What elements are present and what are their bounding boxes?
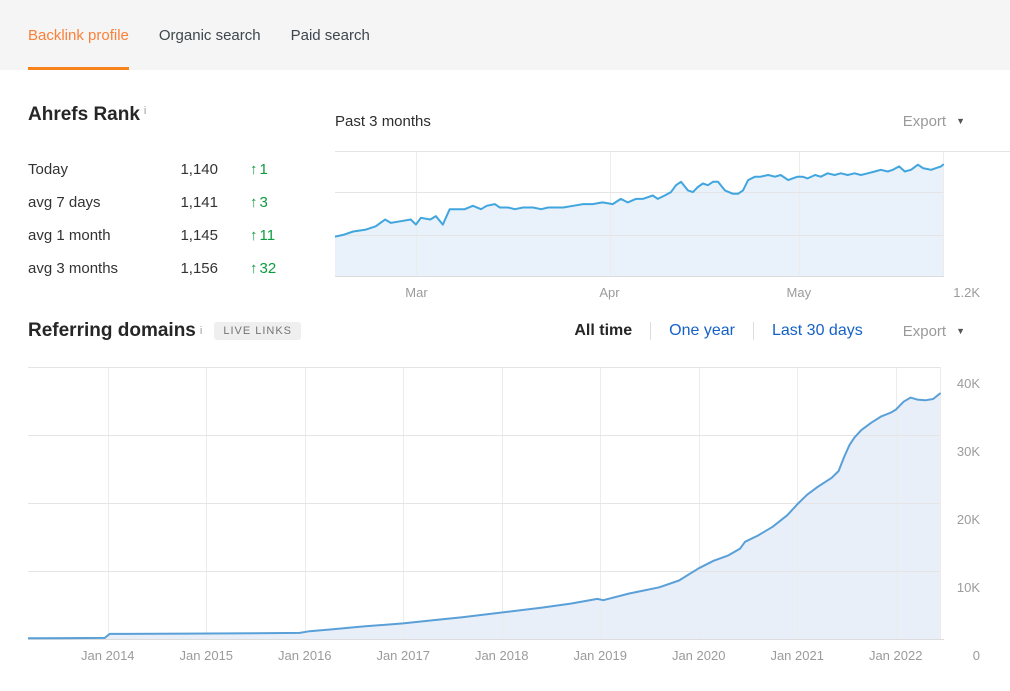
export-rank-button[interactable]: Export ▼ bbox=[903, 113, 965, 130]
delta-value: 1 bbox=[260, 161, 268, 178]
delta-value: 3 bbox=[260, 194, 268, 211]
referring-domains-title: Referring domains bbox=[28, 320, 196, 342]
rank-row-avg-1-month: avg 1 month 1,145 ↑11 bbox=[28, 219, 328, 252]
range-controls: All time One year Last 30 days Export ▼ bbox=[574, 322, 965, 340]
rank-title-row: Ahrefs Rank i bbox=[28, 104, 146, 126]
x-axis-label: Jan 2020 bbox=[672, 648, 726, 663]
x-axis-label: Jan 2015 bbox=[180, 648, 234, 663]
rank-row-label: avg 1 month bbox=[28, 227, 168, 244]
rank-stats-table: Today 1,140 ↑1 avg 7 days 1,141 ↑3 avg 1… bbox=[28, 153, 328, 285]
y-axis-label: 30K bbox=[957, 444, 980, 459]
x-axis-label: Jan 2016 bbox=[278, 648, 332, 663]
referring-domains-header: Referring domains i LIVE LINKS All time O… bbox=[28, 314, 965, 348]
delta-value: 32 bbox=[260, 260, 277, 277]
range-tab-all-time[interactable]: All time bbox=[574, 322, 632, 340]
rank-row-label: avg 7 days bbox=[28, 194, 168, 211]
tab-paid-search[interactable]: Paid search bbox=[291, 0, 370, 70]
live-links-badge: LIVE LINKS bbox=[214, 322, 301, 340]
up-arrow-icon: ↑ bbox=[250, 194, 258, 211]
rank-row-label: Today bbox=[28, 161, 168, 178]
y-axis-label: 40K bbox=[957, 376, 980, 391]
x-axis-label: Jan 2019 bbox=[573, 648, 627, 663]
delta-value: 11 bbox=[260, 227, 276, 244]
x-axis-label: Apr bbox=[599, 285, 620, 300]
y-axis-origin-label: 1.2K bbox=[953, 285, 980, 300]
range-tab-last-30-days[interactable]: Last 30 days bbox=[772, 322, 863, 340]
rank-row-value: 1,140 bbox=[168, 161, 218, 178]
referring-domains-chart: Jan 2014 Jan 2015 Jan 2016 Jan 2017 Jan 2018… bbox=[28, 367, 1010, 666]
x-axis-label: Jan 2014 bbox=[81, 648, 135, 663]
up-arrow-icon: ↑ bbox=[250, 227, 258, 244]
rank-row-delta: ↑1 bbox=[250, 161, 268, 178]
chart-area-fill bbox=[335, 165, 943, 276]
rank-row-avg-7-days: avg 7 days 1,141 ↑3 bbox=[28, 186, 328, 219]
section-tabbar: Backlink profile Organic search Paid sea… bbox=[0, 0, 1010, 70]
rank-section-title: Ahrefs Rank bbox=[28, 104, 140, 125]
caret-down-icon: ▼ bbox=[956, 117, 965, 126]
x-axis-label: Jan 2022 bbox=[869, 648, 923, 663]
rank-row-delta: ↑11 bbox=[250, 227, 275, 244]
rank-row-value: 1,156 bbox=[168, 260, 218, 277]
rank-row-delta: ↑3 bbox=[250, 194, 268, 211]
info-icon[interactable]: i bbox=[200, 325, 202, 337]
x-axis-label: Jan 2018 bbox=[475, 648, 529, 663]
rank-chart-header: Past 3 months Export ▼ bbox=[335, 108, 965, 134]
y-axis-origin-label: 0 bbox=[973, 648, 980, 663]
rank-chart-title: Past 3 months bbox=[335, 113, 431, 130]
up-arrow-icon: ↑ bbox=[250, 161, 258, 178]
x-axis-label: Jan 2021 bbox=[770, 648, 824, 663]
tab-backlink-profile[interactable]: Backlink profile bbox=[28, 0, 129, 70]
export-label: Export bbox=[903, 323, 946, 340]
x-axis-label: May bbox=[787, 285, 812, 300]
info-icon[interactable]: i bbox=[144, 105, 146, 117]
rank-row-value: 1,141 bbox=[168, 194, 218, 211]
rank-row-today: Today 1,140 ↑1 bbox=[28, 153, 328, 186]
y-axis-label: 10K bbox=[957, 580, 980, 595]
y-axis-label: 20K bbox=[957, 512, 980, 527]
tab-organic-search[interactable]: Organic search bbox=[159, 0, 261, 70]
x-axis-label: Jan 2017 bbox=[376, 648, 430, 663]
divider bbox=[650, 322, 651, 340]
caret-down-icon: ▼ bbox=[956, 327, 965, 336]
rank-row-delta: ↑32 bbox=[250, 260, 276, 277]
chart-area-fill bbox=[28, 394, 940, 640]
referring-domains-title-group: Referring domains i LIVE LINKS bbox=[28, 320, 301, 342]
divider bbox=[753, 322, 754, 340]
rank-row-label: avg 3 months bbox=[28, 260, 168, 277]
rank-row-value: 1,145 bbox=[168, 227, 218, 244]
up-arrow-icon: ↑ bbox=[250, 260, 258, 277]
export-domains-button[interactable]: Export ▼ bbox=[903, 323, 965, 340]
rank-row-avg-3-months: avg 3 months 1,156 ↑32 bbox=[28, 252, 328, 285]
rank-history-chart: Mar Apr May 1.2K bbox=[335, 151, 1010, 301]
export-label: Export bbox=[903, 113, 946, 130]
range-tab-one-year[interactable]: One year bbox=[669, 322, 735, 340]
x-axis-label: Mar bbox=[405, 285, 428, 300]
